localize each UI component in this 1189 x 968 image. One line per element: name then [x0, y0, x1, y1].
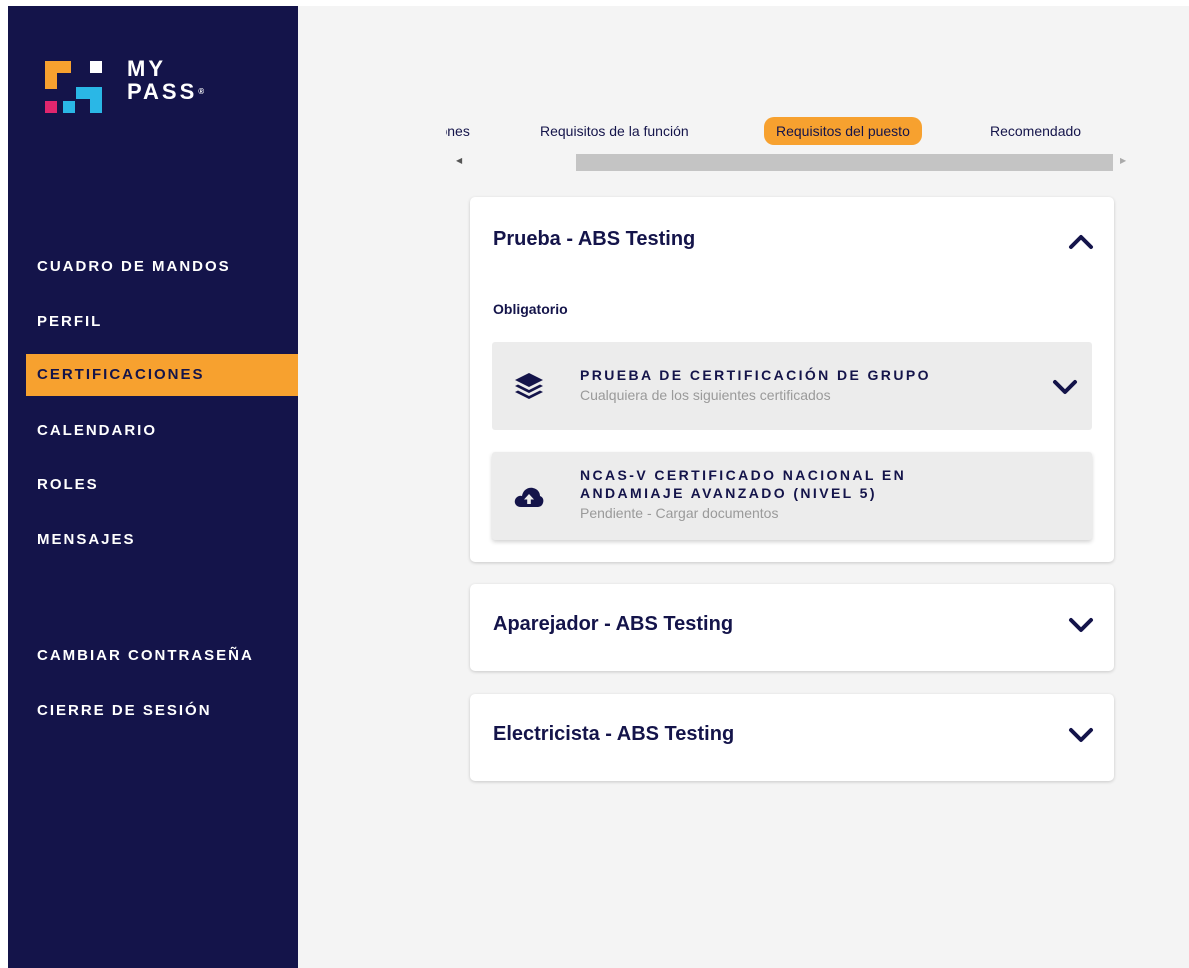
tab-bar: Certificaciones Requisitos de la función…	[446, 110, 1106, 150]
mypass-logo-mark-icon	[45, 61, 102, 113]
chevron-down-icon[interactable]	[1068, 726, 1094, 743]
caret-left-icon[interactable]: ◀	[456, 156, 462, 165]
card-title[interactable]: Aparejador - ABS Testing	[493, 613, 733, 636]
logo-line-my: MY	[127, 56, 166, 81]
mypass-logo[interactable]: MY PASS®	[45, 56, 285, 116]
layers-icon	[515, 373, 543, 399]
sidebar: MY PASS® CUADRO DE MANDOS PERFIL CERTIFI…	[8, 6, 313, 968]
cert-title-line-1: NCAS-V CERTIFICADO NACIONAL EN	[580, 467, 907, 483]
sidebar-item-certificaciones[interactable]: CERTIFICACIONES	[26, 354, 313, 396]
cert-status: Pendiente - Cargar documentos	[580, 505, 779, 521]
cert-item-ncas[interactable]: NCAS-V CERTIFICADO NACIONAL EN ANDAMIAJE…	[492, 452, 1092, 540]
sidebar-item-roles[interactable]: ROLES	[26, 464, 99, 506]
tab-certificaciones[interactable]: Certificaciones	[446, 117, 482, 145]
cert-title: PRUEBA DE CERTIFICACIÓN DE GRUPO	[580, 367, 931, 383]
cert-title-line-2: ANDAMIAJE AVANZADO (NIVEL 5)	[580, 485, 877, 501]
section-label-obligatorio: Obligatorio	[493, 301, 568, 317]
sidebar-item-cuadro-de-mandos[interactable]: CUADRO DE MANDOS	[26, 246, 231, 288]
cert-subtitle: Cualquiera de los siguientes certificado…	[580, 387, 831, 403]
main-content: Certificaciones Requisitos de la función…	[298, 6, 1189, 968]
chevron-down-icon[interactable]	[1068, 616, 1094, 633]
chevron-down-icon[interactable]	[1052, 378, 1078, 395]
tab-scrollbar-thumb[interactable]	[576, 154, 1113, 171]
sidebar-item-mensajes[interactable]: MENSAJES	[26, 519, 136, 561]
tab-recomendado[interactable]: Recomendado	[978, 117, 1093, 145]
logo-wordmark: MY PASS®	[127, 57, 204, 103]
tab-requisitos-funcion[interactable]: Requisitos de la función	[528, 117, 701, 145]
accordion-card-electricista[interactable]: Electricista - ABS Testing	[470, 694, 1114, 781]
card-title[interactable]: Electricista - ABS Testing	[493, 723, 734, 746]
accordion-card-prueba: Prueba - ABS Testing Obligatorio PRUEBA …	[470, 197, 1114, 562]
caret-right-icon[interactable]: ▶	[1120, 156, 1126, 165]
sidebar-item-calendario[interactable]: CALENDARIO	[26, 410, 157, 452]
cert-item-group[interactable]: PRUEBA DE CERTIFICACIÓN DE GRUPO Cualqui…	[492, 342, 1092, 430]
sidebar-item-cierre-de-sesion[interactable]: CIERRE DE SESIÓN	[26, 690, 212, 732]
card-title[interactable]: Prueba - ABS Testing	[493, 228, 695, 251]
logo-line-pass: PASS	[127, 79, 198, 104]
cloud-upload-icon	[514, 487, 544, 507]
accordion-card-aparejador[interactable]: Aparejador - ABS Testing	[470, 584, 1114, 671]
sidebar-item-perfil[interactable]: PERFIL	[26, 301, 102, 343]
sidebar-item-cambiar-contrasena[interactable]: CAMBIAR CONTRASEÑA	[26, 635, 254, 677]
logo-registered-mark: ®	[198, 87, 205, 96]
tab-requisitos-puesto[interactable]: Requisitos del puesto	[764, 117, 922, 145]
chevron-up-icon[interactable]	[1068, 233, 1094, 250]
